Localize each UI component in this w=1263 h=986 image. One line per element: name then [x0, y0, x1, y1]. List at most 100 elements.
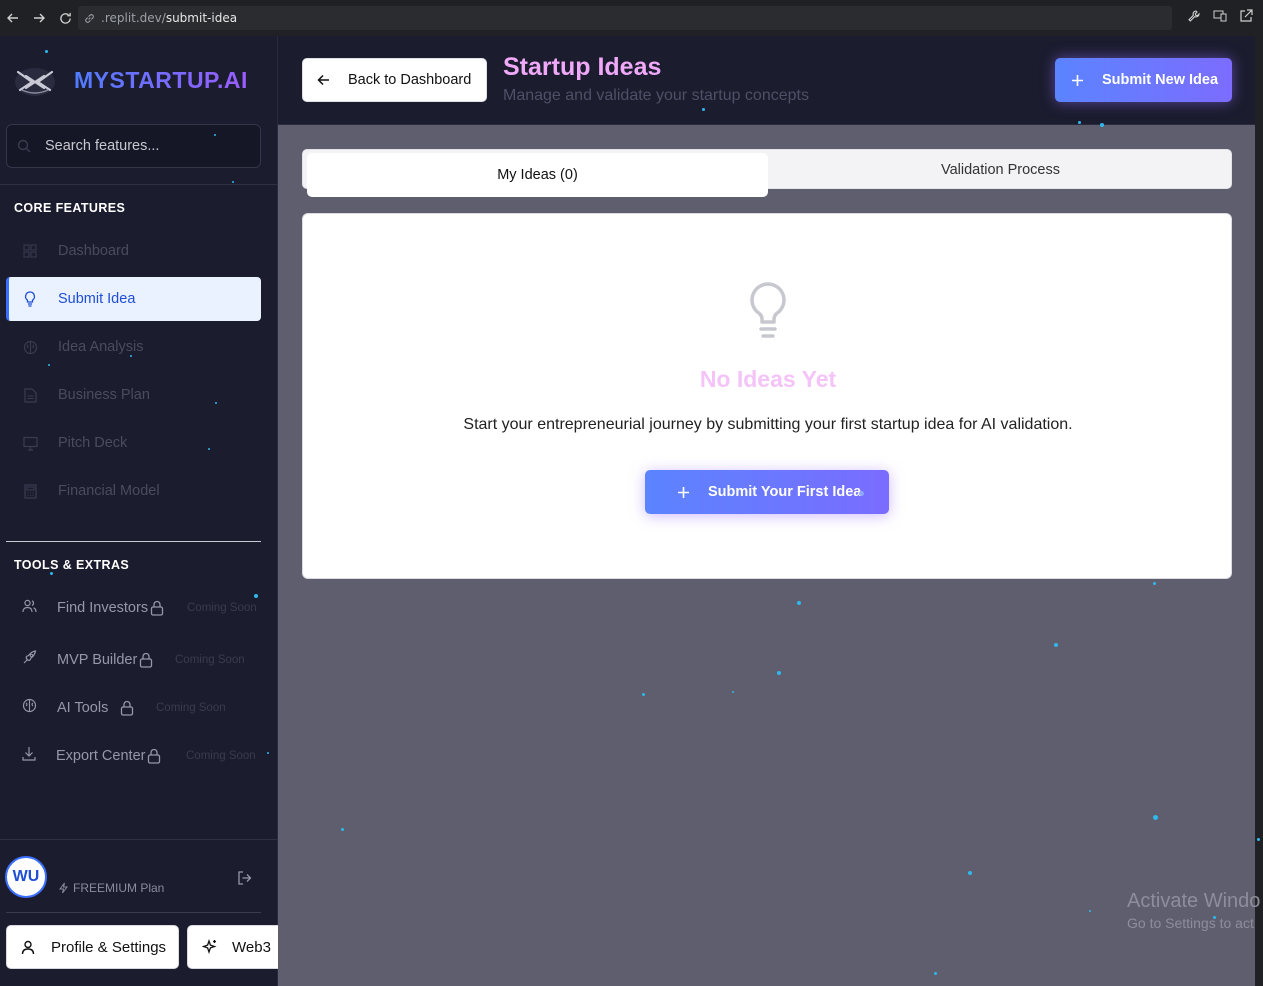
- tab-list: My Ideas (0) Validation Process: [302, 149, 1233, 197]
- particle-dot: [215, 402, 217, 404]
- users-icon: [22, 599, 37, 618]
- coming-soon-badge: Coming Soon: [156, 702, 226, 714]
- particle-dot: [642, 693, 645, 696]
- sidebar-item-label: Submit Idea: [58, 291, 136, 307]
- particle-dot: [1078, 121, 1081, 124]
- sidebar-item-submit-idea[interactable]: Submit Idea: [6, 277, 261, 321]
- particle-dot: [968, 871, 972, 875]
- avatar[interactable]: WU: [5, 856, 47, 898]
- lightning-icon: [59, 882, 68, 894]
- tools-item-label: Find Investors: [57, 600, 149, 616]
- back-to-dashboard-button[interactable]: Back to Dashboard: [302, 58, 487, 102]
- page-header: Back to Dashboard Startup Ideas Manage a…: [278, 36, 1255, 125]
- window-edge: [1255, 36, 1263, 986]
- sidebar-item-label: Dashboard: [58, 243, 129, 259]
- particle-dot: [732, 691, 734, 693]
- coming-soon-badge: Coming Soon: [175, 654, 245, 666]
- document-icon: [22, 387, 38, 403]
- particle-dot: [797, 601, 801, 605]
- coming-soon-badge: Coming Soon: [187, 602, 257, 614]
- particle-dot: [934, 972, 937, 975]
- sidebar-item-pitch-deck[interactable]: Pitch Deck: [6, 421, 261, 465]
- section-title-core: CORE FEATURES: [14, 201, 126, 215]
- browser-bar: .replit.dev/submit-idea: [0, 0, 1263, 36]
- address-bar[interactable]: .replit.dev/submit-idea: [78, 6, 1172, 30]
- coming-soon-badge: Coming Soon: [186, 750, 256, 762]
- particle-dot: [1089, 910, 1091, 912]
- page-title: Startup Ideas: [503, 53, 662, 81]
- rocket-icon: [22, 650, 37, 670]
- logo-icon: [15, 68, 55, 96]
- empty-state-title: No Ideas Yet: [699, 366, 837, 392]
- page-subtitle: Manage and validate your startup concept…: [503, 87, 809, 104]
- tools-item-label: Export Center: [56, 748, 146, 764]
- tab-my-ideas[interactable]: My Ideas (0): [307, 153, 768, 197]
- particle-dot: [341, 828, 344, 831]
- brand[interactable]: MYSTARTUP.AI: [12, 60, 248, 100]
- main-content: My Ideas (0) Validation Process No Ideas…: [278, 125, 1255, 986]
- submit-first-idea-label: Submit Your First Idea: [708, 484, 862, 500]
- tools-item-label: AI Tools: [57, 700, 109, 716]
- brain-icon: [22, 698, 37, 718]
- grid-icon: [22, 243, 38, 259]
- sidebar-item-label: Financial Model: [58, 483, 160, 499]
- plus-icon: [1072, 74, 1083, 86]
- tools-item-export-center[interactable]: Export Center Coming Soon: [6, 741, 276, 771]
- divider: [0, 184, 278, 185]
- back-label: Back to Dashboard: [348, 72, 472, 88]
- particle-dot: [50, 572, 53, 575]
- download-icon: [22, 746, 36, 766]
- sparkles-icon: [202, 939, 217, 955]
- calculator-icon: [22, 483, 38, 499]
- url-path: submit-idea: [165, 11, 238, 25]
- divider: [0, 839, 278, 840]
- windows-activation-watermark: Activate Windo Go to Settings to act: [1127, 890, 1260, 931]
- sidebar-item-financial-model[interactable]: Financial Model: [6, 469, 261, 513]
- empty-state-description: Start your entrepreneurial journey by su…: [463, 416, 1073, 433]
- tools-item-ai-tools[interactable]: AI Tools Coming Soon: [6, 693, 276, 723]
- submit-first-idea-button[interactable]: Submit Your First Idea: [645, 470, 889, 514]
- tools-item-find-investors[interactable]: Find Investors Coming Soon: [6, 593, 276, 623]
- brand-name: MYSTARTUP.AI: [74, 66, 248, 93]
- particle-dot: [267, 752, 269, 754]
- sidebar-item-label: Pitch Deck: [58, 435, 128, 451]
- plan-label: FREEMIUM Plan: [73, 881, 165, 895]
- particle-dot: [1257, 838, 1260, 841]
- forward-arrow-icon[interactable]: [26, 0, 52, 36]
- profile-settings-button[interactable]: Profile & Settings: [6, 925, 179, 969]
- plus-icon: [678, 486, 689, 498]
- particle-dot: [48, 364, 50, 366]
- lock-icon: [150, 600, 164, 616]
- devices-icon[interactable]: [1213, 9, 1227, 23]
- reload-icon[interactable]: [52, 0, 78, 36]
- web3-button[interactable]: Web3: [187, 925, 286, 969]
- wrench-icon[interactable]: [1187, 9, 1201, 23]
- watermark-line-2: Go to Settings to act: [1127, 915, 1254, 931]
- tools-item-mvp-builder[interactable]: MVP Builder Coming Soon: [6, 645, 276, 675]
- particle-dot: [777, 671, 781, 675]
- tab-validation-process[interactable]: Validation Process: [768, 150, 1233, 190]
- particle-dot: [1054, 643, 1058, 647]
- particle-dot: [859, 491, 864, 496]
- sidebar-item-dashboard[interactable]: Dashboard: [6, 229, 261, 273]
- web3-label: Web3: [232, 938, 271, 956]
- submit-new-label: Submit New Idea: [1102, 72, 1219, 88]
- section-title-tools: TOOLS & EXTRAS: [14, 558, 130, 572]
- search-box[interactable]: [6, 124, 261, 168]
- user-icon: [21, 940, 35, 954]
- lightbulb-icon: [750, 282, 786, 338]
- sidebar-item-label: Business Plan: [58, 387, 150, 403]
- lock-icon: [148, 748, 161, 764]
- sidebar-item-idea-analysis[interactable]: Idea Analysis: [6, 325, 261, 369]
- sidebar-item-business-plan[interactable]: Business Plan: [6, 373, 261, 417]
- logout-icon[interactable]: [237, 870, 253, 886]
- profile-settings-label: Profile & Settings: [51, 938, 167, 956]
- link-icon: [85, 13, 94, 23]
- particle-dot: [702, 108, 705, 111]
- particle-dot: [1153, 582, 1156, 585]
- presentation-icon: [22, 435, 38, 451]
- back-arrow-icon[interactable]: [0, 0, 26, 36]
- submit-new-idea-button[interactable]: Submit New Idea: [1055, 58, 1232, 102]
- search-input[interactable]: [45, 138, 245, 154]
- open-external-icon[interactable]: [1239, 9, 1253, 23]
